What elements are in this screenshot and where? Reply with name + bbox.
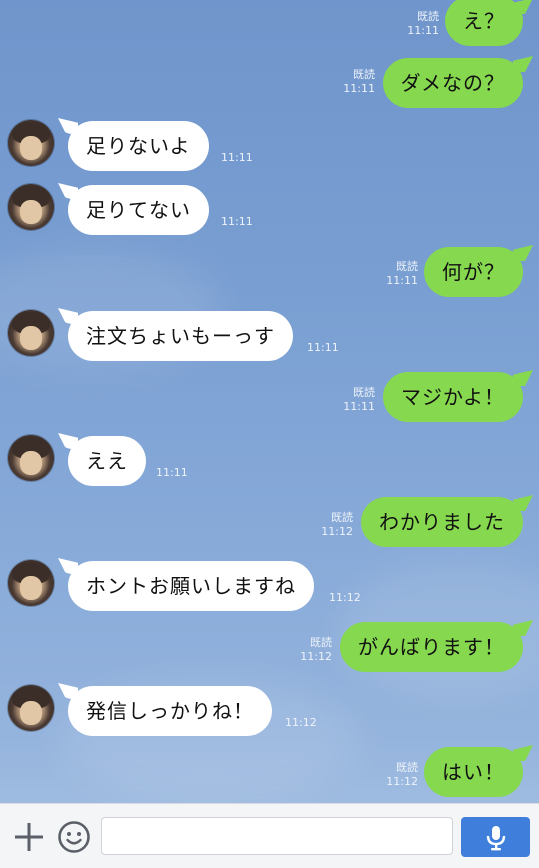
message-bubble-outgoing[interactable]: え？ bbox=[445, 0, 523, 46]
message-meta: 既読 11:11 bbox=[386, 260, 418, 288]
message-bubble-outgoing[interactable]: マジかよ！ bbox=[383, 372, 523, 422]
message-row: ええ 11:11 bbox=[0, 433, 539, 493]
message-row: 足りないよ 11:11 bbox=[0, 118, 539, 178]
read-receipt: 既読 bbox=[396, 761, 418, 774]
message-time: 11:12 bbox=[386, 775, 418, 788]
plus-icon[interactable] bbox=[12, 820, 46, 854]
message-meta: 既読 11:12 bbox=[321, 511, 353, 539]
smile-icon[interactable] bbox=[57, 820, 91, 854]
message-bubble-outgoing[interactable]: ダメなの？ bbox=[382, 58, 523, 108]
message-row: 既読 11:12 はい！ bbox=[0, 745, 539, 803]
message-row: ホントお願いしますね 11:12 bbox=[0, 558, 539, 618]
message-bubble-outgoing[interactable]: がんばります！ bbox=[340, 622, 523, 672]
message-bubble-outgoing[interactable]: はい！ bbox=[424, 747, 523, 797]
message-time: 11:11 bbox=[156, 466, 188, 479]
message-row: 既読 11:11 マジかよ！ bbox=[0, 370, 539, 430]
message-row: 既読 11:11 ダメなの？ bbox=[0, 56, 539, 116]
message-time: 11:12 bbox=[329, 591, 361, 604]
message-bubble-incoming[interactable]: 発信しっかりね！ bbox=[68, 686, 272, 736]
message-time: 11:12 bbox=[285, 716, 317, 729]
message-meta: 既読 11:12 bbox=[386, 761, 418, 789]
avatar[interactable] bbox=[8, 120, 54, 166]
message-bubble-outgoing[interactable]: 何が？ bbox=[424, 247, 523, 297]
microphone-icon bbox=[486, 826, 506, 851]
message-bubble-incoming[interactable]: ホントお願いしますね bbox=[68, 561, 314, 611]
message-time: 11:11 bbox=[221, 151, 253, 164]
avatar[interactable] bbox=[8, 310, 54, 356]
read-receipt: 既読 bbox=[417, 10, 439, 23]
message-time: 11:12 bbox=[321, 525, 353, 538]
message-time: 11:11 bbox=[343, 400, 375, 413]
message-row: 足りてない 11:11 bbox=[0, 183, 539, 243]
read-receipt: 既読 bbox=[396, 260, 418, 273]
avatar[interactable] bbox=[8, 184, 54, 230]
message-bubble-incoming[interactable]: 足りないよ bbox=[68, 121, 209, 171]
message-time: 11:11 bbox=[407, 24, 439, 37]
chat-area: 既読 11:11 え？ 既読 11:11 ダメなの？ 足りないよ 11:11 足… bbox=[0, 0, 539, 803]
avatar[interactable] bbox=[8, 685, 54, 731]
message-time: 11:11 bbox=[386, 274, 418, 287]
message-row: 発信しっかりね！ 11:12 bbox=[0, 683, 539, 743]
message-time: 11:11 bbox=[343, 82, 375, 95]
message-meta: 既読 11:11 bbox=[343, 68, 375, 96]
message-time: 11:11 bbox=[221, 215, 253, 228]
avatar[interactable] bbox=[8, 435, 54, 481]
avatar[interactable] bbox=[8, 560, 54, 606]
read-receipt: 既読 bbox=[310, 636, 332, 649]
message-bubble-outgoing[interactable]: わかりました bbox=[361, 497, 523, 547]
message-row: 既読 11:11 え？ bbox=[0, 0, 539, 60]
message-meta: 既読 11:11 bbox=[343, 386, 375, 414]
message-input[interactable] bbox=[101, 817, 453, 855]
message-row: 注文ちょいもーっす 11:11 bbox=[0, 308, 539, 368]
message-bubble-incoming[interactable]: ええ bbox=[68, 436, 146, 486]
message-row: 既読 11:12 わかりました bbox=[0, 495, 539, 555]
read-receipt: 既読 bbox=[353, 386, 375, 399]
message-meta: 既読 11:11 bbox=[407, 10, 439, 38]
message-bubble-incoming[interactable]: 足りてない bbox=[68, 185, 209, 235]
message-row: 既読 11:12 がんばります！ bbox=[0, 620, 539, 680]
voice-input-button[interactable] bbox=[461, 817, 530, 857]
message-time: 11:11 bbox=[307, 341, 339, 354]
read-receipt: 既読 bbox=[353, 68, 375, 81]
message-meta: 既読 11:12 bbox=[300, 636, 332, 664]
message-bubble-incoming[interactable]: 注文ちょいもーっす bbox=[68, 311, 293, 361]
message-row: 既読 11:11 何が？ bbox=[0, 245, 539, 305]
message-input-bar bbox=[0, 803, 539, 868]
message-time: 11:12 bbox=[300, 650, 332, 663]
read-receipt: 既読 bbox=[331, 511, 353, 524]
